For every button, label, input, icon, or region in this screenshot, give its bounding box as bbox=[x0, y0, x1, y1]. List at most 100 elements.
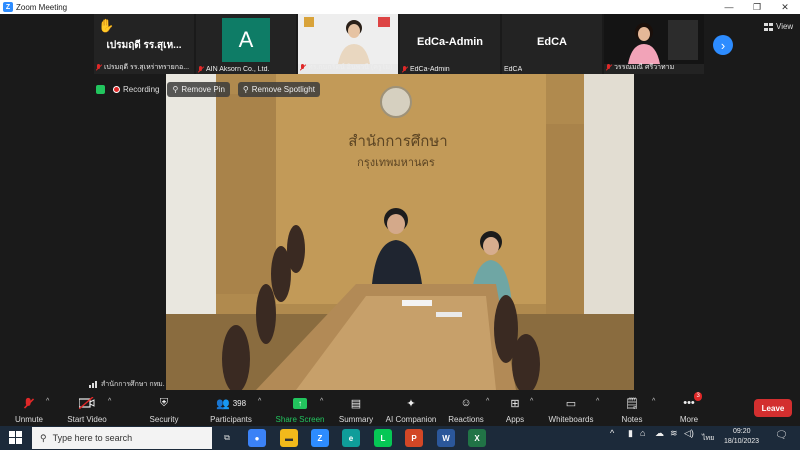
participant-name-bar: AIN Aksorn Co., Ltd. bbox=[198, 66, 269, 73]
security-button[interactable]: ⛨ Security bbox=[146, 390, 182, 426]
summary-icon: ▤ bbox=[350, 397, 362, 410]
speaker-name: สำนักการศึกษา กทม. bbox=[101, 381, 165, 388]
language-indicator[interactable]: ไทย bbox=[702, 433, 714, 444]
chevron-up-icon[interactable]: ^ bbox=[530, 398, 533, 405]
apps-icon: ⊞ bbox=[510, 397, 520, 410]
file-explorer-icon[interactable]: ▬ bbox=[280, 429, 298, 447]
chevron-up-icon[interactable]: ^ bbox=[108, 398, 111, 405]
minimize-button[interactable]: — bbox=[715, 0, 743, 14]
record-icon bbox=[113, 86, 120, 93]
close-button[interactable]: ✕ bbox=[771, 0, 799, 14]
spotlight-video[interactable]: สำนักการศึกษา กรุงเทพมหานคร bbox=[166, 74, 634, 390]
pin-icon: ⚲ bbox=[172, 85, 179, 94]
excel-app-icon[interactable]: X bbox=[468, 429, 486, 447]
chevron-up-icon[interactable]: ^ bbox=[652, 398, 655, 405]
chevron-up-icon[interactable]: ^ bbox=[596, 398, 599, 405]
word-app-icon[interactable]: W bbox=[437, 429, 455, 447]
participant-strip: ✋ เปรมฤดี รร.สุเห... เปรมฤดี รร.สุเหร่าท… bbox=[94, 14, 704, 74]
chevron-up-icon[interactable]: ^ bbox=[258, 398, 261, 405]
participants-button[interactable]: 👥 398 Participants bbox=[206, 390, 256, 426]
ai-companion-button[interactable]: ✦ AI Companion bbox=[385, 390, 437, 426]
remove-pin-button[interactable]: ⚲ Remove Pin bbox=[167, 82, 230, 97]
participant-tile[interactable]: EdCA EdCA bbox=[502, 14, 602, 74]
emoji-icon: ☺ bbox=[460, 397, 472, 409]
cloud-icon[interactable]: ☁ bbox=[655, 428, 664, 439]
wifi-icon[interactable]: ≋ bbox=[670, 428, 678, 439]
chevron-up-icon[interactable]: ^ bbox=[46, 398, 49, 405]
participant-name: เปรมฤดี รร.สุเหร่าทรายกอ... bbox=[104, 64, 190, 71]
more-icon: ••• 3 bbox=[683, 392, 702, 409]
muted-mic-icon bbox=[606, 64, 612, 71]
leave-button[interactable]: Leave bbox=[754, 399, 792, 417]
start-video-label: Start Video bbox=[67, 415, 107, 424]
more-badge: 3 bbox=[694, 392, 702, 401]
participant-name-bar: เปรมฤดี รร.สุเหร่าทรายกอ... bbox=[96, 62, 189, 73]
participant-tile[interactable]: วรรณมณี ศรีวาทาม bbox=[604, 14, 704, 74]
remove-spotlight-label: Remove Spotlight bbox=[251, 85, 315, 94]
unmute-button[interactable]: Unmute bbox=[12, 390, 46, 426]
volume-icon[interactable]: ◁) bbox=[684, 428, 694, 439]
whiteboards-label: Whiteboards bbox=[548, 415, 594, 424]
network-icon[interactable]: ⌂ bbox=[640, 428, 645, 438]
muted-mic-icon bbox=[300, 64, 306, 71]
reactions-button[interactable]: ☺ Reactions bbox=[448, 390, 484, 426]
search-placeholder: Type here to search bbox=[52, 433, 133, 443]
participant-tile[interactable]: ทร.กนกรัตน์ อินพานี (ครูโม) bbox=[298, 14, 398, 74]
remove-spotlight-button[interactable]: ⚲ Remove Spotlight bbox=[237, 82, 320, 97]
video-frame: สำนักการศึกษา กรุงเทพมหานคร bbox=[166, 74, 634, 390]
participant-name-bar: ทร.กนกรัตน์ อินพานี (ครูโม) bbox=[300, 62, 392, 73]
participant-tile[interactable]: ✋ เปรมฤดี รร.สุเห... เปรมฤดี รร.สุเหร่าท… bbox=[94, 14, 194, 74]
participant-name: AIN Aksorn Co., Ltd. bbox=[206, 66, 270, 73]
clock-time[interactable]: 09:20 bbox=[733, 428, 751, 435]
notification-icon[interactable]: 🗨 bbox=[775, 430, 788, 441]
windows-start-icon[interactable] bbox=[9, 431, 22, 449]
battery-icon[interactable]: ▮ bbox=[628, 428, 633, 439]
summary-label: Summary bbox=[338, 415, 374, 424]
chevron-up-icon[interactable]: ^ bbox=[486, 398, 489, 405]
powerpoint-app-icon[interactable]: P bbox=[405, 429, 423, 447]
chrome-app-icon[interactable]: ● bbox=[248, 429, 266, 447]
chevron-up-icon[interactable]: ^ bbox=[320, 398, 323, 405]
participant-tile[interactable]: EdCa-Admin EdCa-Admin bbox=[400, 14, 500, 74]
participants-label: Participants bbox=[210, 415, 252, 424]
participant-display-name: EdCA bbox=[537, 36, 567, 48]
notes-label: Notes bbox=[621, 415, 643, 424]
raised-hand-icon: ✋ bbox=[98, 18, 115, 33]
grid-icon bbox=[764, 22, 773, 31]
chevron-up-icon[interactable]: ^ bbox=[610, 428, 614, 438]
participant-name: EdCA bbox=[504, 66, 523, 73]
notes-button[interactable]: 🗒 Notes bbox=[620, 390, 644, 426]
recording-indicator[interactable]: Recording bbox=[113, 85, 159, 94]
participant-video bbox=[298, 14, 398, 64]
zoom-logo-icon: Z bbox=[3, 2, 13, 12]
apps-button[interactable]: ⊞ Apps bbox=[504, 390, 526, 426]
clock-date[interactable]: 18/10/2023 bbox=[724, 438, 759, 445]
ai-companion-label: AI Companion bbox=[385, 415, 437, 424]
edge-app-icon[interactable]: e bbox=[342, 429, 360, 447]
line-app-icon[interactable]: L bbox=[374, 429, 392, 447]
chevron-right-icon[interactable]: › bbox=[713, 35, 733, 55]
summary-button[interactable]: ▤ Summary bbox=[338, 390, 374, 426]
participants-count: 398 bbox=[232, 398, 247, 408]
participant-tile[interactable]: A AIN Aksorn Co., Ltd. bbox=[196, 14, 296, 74]
muted-mic-icon bbox=[25, 394, 32, 412]
share-screen-button[interactable]: ↑ Share Screen bbox=[276, 390, 324, 426]
view-label: View bbox=[776, 22, 794, 31]
participant-name-bar: EdCa-Admin bbox=[402, 66, 450, 73]
notes-icon: 🗒 bbox=[625, 397, 639, 410]
restore-button[interactable]: ❐ bbox=[743, 0, 771, 14]
search-icon: ⚲ bbox=[40, 432, 47, 443]
zoom-app-icon[interactable]: Z bbox=[311, 429, 329, 447]
start-video-button[interactable]: Start Video bbox=[62, 390, 112, 426]
participant-name: EdCa-Admin bbox=[410, 66, 450, 73]
view-button[interactable]: View bbox=[764, 22, 793, 31]
task-view-icon[interactable]: ⧉ bbox=[218, 429, 236, 447]
participants-icon: 👥 398 bbox=[215, 397, 247, 410]
muted-mic-icon bbox=[198, 66, 204, 73]
whiteboards-button[interactable]: ▭ Whiteboards bbox=[548, 390, 594, 426]
more-button[interactable]: ••• 3 More bbox=[678, 390, 702, 426]
muted-mic-icon bbox=[402, 66, 408, 73]
participant-name: ทร.กนกรัตน์ อินพานี (ครูโม) bbox=[308, 64, 393, 71]
avatar: A bbox=[222, 18, 270, 62]
taskbar-search-input[interactable]: ⚲ Type here to search bbox=[32, 427, 212, 449]
